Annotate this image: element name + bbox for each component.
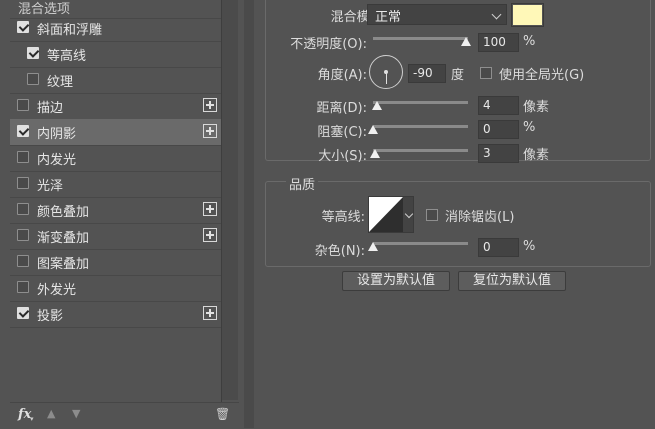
noise-field[interactable]: 0: [478, 238, 519, 257]
opacity-slider-handle[interactable]: [461, 37, 471, 46]
quality-group: 品质 等高线: 消除锯齿(L) 杂色(N): 0 %: [265, 174, 651, 267]
distance-field[interactable]: 4: [478, 96, 519, 115]
size-slider-track[interactable]: [373, 149, 468, 152]
chevron-down-icon: [404, 209, 414, 219]
style-item-color-overlay[interactable]: 颜色叠加: [10, 197, 221, 224]
pattern-overlay-checkbox[interactable]: [17, 255, 29, 267]
contour-preview-icon: [369, 197, 403, 232]
choke-field[interactable]: 0: [478, 120, 519, 139]
opacity-unit: %: [523, 34, 536, 49]
contour-picker[interactable]: [368, 196, 414, 233]
distance-slider-track[interactable]: [373, 101, 468, 104]
move-down-icon[interactable]: ▼: [72, 407, 80, 420]
contour-label: 等高线:: [321, 210, 365, 225]
bevel-emboss-checkbox[interactable]: [17, 21, 29, 33]
opacity-label: 不透明度(O):: [290, 37, 367, 52]
distance-label: 距离(D):: [316, 101, 367, 116]
opacity-field[interactable]: 100: [478, 33, 519, 52]
style-item-label: 图案叠加: [37, 257, 90, 272]
angle-field[interactable]: -90: [408, 64, 446, 83]
choke-unit: %: [523, 120, 536, 135]
style-item-outer-glow[interactable]: 外发光: [10, 275, 221, 302]
choke-slider-handle[interactable]: [368, 125, 378, 134]
add-drop-shadow-icon[interactable]: [203, 306, 217, 320]
color-overlay-checkbox[interactable]: [17, 203, 29, 215]
angle-dial[interactable]: [369, 55, 403, 89]
size-field[interactable]: 3: [478, 144, 519, 163]
blend-mode-value: 正常: [375, 10, 402, 25]
quality-section-title: 品质: [286, 174, 319, 193]
style-item-pattern-overlay[interactable]: 图案叠加: [10, 249, 221, 276]
style-item-gradient-overlay[interactable]: 渐变叠加: [10, 223, 221, 250]
add-color-overlay-icon[interactable]: [203, 202, 217, 216]
panel-divider: [244, 0, 254, 428]
distance-unit: 像素: [523, 100, 550, 115]
styles-list: 混合选项 斜面和浮雕 等高线 纹理 描边 内阴影 内发光 光泽 颜色叠加 渐变叠…: [10, 0, 222, 406]
add-gradient-overlay-icon[interactable]: [203, 228, 217, 242]
style-item-label: 描边: [37, 101, 64, 116]
structure-group: 混合模式: 正常 不透明度(O): 100 % 角度(A): -90 度 使用全…: [265, 0, 651, 164]
add-stroke-icon[interactable]: [203, 98, 217, 112]
style-item-satin[interactable]: 光泽: [10, 171, 221, 198]
outer-glow-checkbox[interactable]: [17, 281, 29, 293]
drop-shadow-checkbox[interactable]: [17, 307, 29, 319]
style-item-label: 渐变叠加: [37, 231, 90, 246]
satin-checkbox[interactable]: [17, 177, 29, 189]
style-item-label: 光泽: [37, 179, 64, 194]
style-item-label: 内发光: [37, 153, 77, 168]
reset-default-button[interactable]: 复位为默认值: [458, 271, 566, 291]
noise-slider-track[interactable]: [373, 242, 468, 245]
inner-glow-checkbox[interactable]: [17, 151, 29, 163]
style-item-stroke[interactable]: 描边: [10, 93, 221, 120]
anti-alias-checkbox[interactable]: [426, 209, 438, 221]
anti-alias-label: 消除锯齿(L): [445, 210, 515, 225]
style-item-drop-shadow[interactable]: 投影: [10, 301, 221, 328]
style-item-bevel-emboss[interactable]: 斜面和浮雕: [10, 15, 221, 42]
stroke-checkbox[interactable]: [17, 99, 29, 111]
style-item-texture[interactable]: 纹理: [10, 67, 221, 94]
size-slider-handle[interactable]: [370, 149, 380, 158]
global-light-label: 使用全局光(G): [499, 68, 585, 83]
style-item-inner-glow[interactable]: 内发光: [10, 145, 221, 172]
inner-shadow-checkbox[interactable]: [17, 125, 29, 137]
texture-checkbox[interactable]: [27, 73, 39, 85]
add-inner-shadow-icon[interactable]: [203, 124, 217, 138]
choke-label: 阻塞(C):: [317, 125, 367, 140]
angle-dial-center: [384, 70, 388, 74]
chevron-down-icon: [491, 9, 502, 20]
style-item-label: 等高线: [47, 49, 87, 64]
set-default-button[interactable]: 设置为默认值: [342, 271, 450, 291]
style-item-inner-shadow[interactable]: 内阴影: [10, 119, 221, 146]
blend-color-fill: [513, 5, 542, 25]
blend-color-swatch[interactable]: [511, 3, 544, 27]
noise-slider-handle[interactable]: [368, 242, 378, 251]
style-item-contour[interactable]: 等高线: [10, 41, 221, 68]
size-label: 大小(S):: [318, 149, 367, 164]
inner-shadow-settings: 混合模式: 正常 不透明度(O): 100 % 角度(A): -90 度 使用全…: [254, 0, 655, 428]
noise-label: 杂色(N):: [314, 244, 365, 259]
styles-scrollbar[interactable]: [222, 0, 238, 400]
choke-slider-track[interactable]: [373, 125, 468, 128]
styles-footer-toolbar: fx ▾ ▲ ▼ 🗑: [10, 402, 239, 429]
contour-checkbox[interactable]: [27, 47, 39, 59]
style-item-label: 外发光: [37, 283, 77, 298]
layer-styles-panel: 混合选项 斜面和浮雕 等高线 纹理 描边 内阴影 内发光 光泽 颜色叠加 渐变叠…: [0, 0, 239, 429]
angle-unit: 度: [451, 68, 465, 83]
distance-slider-handle[interactable]: [372, 101, 382, 110]
style-item-label: 斜面和浮雕: [37, 23, 103, 38]
trash-icon[interactable]: 🗑: [215, 407, 230, 421]
opacity-slider-track[interactable]: [373, 37, 468, 40]
angle-label: 角度(A):: [317, 68, 367, 83]
global-light-checkbox[interactable]: [480, 67, 492, 79]
gradient-overlay-checkbox[interactable]: [17, 229, 29, 241]
style-item-label: 纹理: [47, 75, 74, 90]
style-item-label: 内阴影: [37, 127, 77, 142]
noise-unit: %: [523, 239, 536, 254]
fx-dropdown-caret-icon: ▾: [30, 415, 34, 423]
blend-mode-select[interactable]: 正常: [367, 4, 507, 25]
style-item-label: 投影: [37, 309, 64, 324]
move-up-icon[interactable]: ▲: [47, 407, 55, 420]
style-item-label: 颜色叠加: [37, 205, 90, 220]
size-unit: 像素: [523, 148, 550, 163]
